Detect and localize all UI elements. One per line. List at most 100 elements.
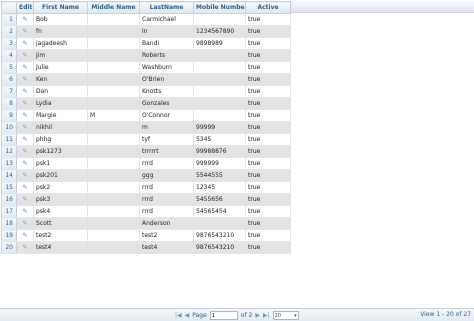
last-name-cell: Gonzales <box>139 97 194 110</box>
pencil-icon[interactable]: ✎ <box>22 112 27 119</box>
active-cell: true <box>245 133 291 146</box>
pencil-icon[interactable]: ✎ <box>22 244 27 251</box>
active-cell: true <box>245 61 291 74</box>
pencil-icon[interactable]: ✎ <box>22 172 27 179</box>
pencil-icon[interactable]: ✎ <box>22 232 27 239</box>
first-name-cell: Julie <box>33 61 88 74</box>
active-cell: true <box>245 193 291 206</box>
pencil-icon[interactable]: ✎ <box>22 136 27 143</box>
pencil-icon[interactable]: ✎ <box>22 160 27 167</box>
table-row[interactable]: 16 ✎ psk3 rrrd 5455656 true <box>1 193 291 206</box>
table-row[interactable]: 9 ✎ Margie M O'Connor true <box>1 109 291 122</box>
last-name-cell: ln <box>139 25 194 38</box>
last-name-cell: rrrd <box>139 157 194 170</box>
column-header-last-name[interactable]: LastName <box>139 1 194 14</box>
table-row[interactable]: 2 ✎ fn ln 1234567890 true <box>1 25 291 38</box>
first-name-cell: nikhil <box>33 121 88 134</box>
pencil-icon[interactable]: ✎ <box>22 220 27 227</box>
first-name-cell: psk2 <box>33 181 88 194</box>
table-row[interactable]: 14 ✎ psk201 ggg 5544555 true <box>1 169 291 182</box>
active-cell: true <box>245 25 291 38</box>
pencil-icon[interactable]: ✎ <box>22 88 27 95</box>
table-row[interactable]: 10 ✎ nikhil m 99999 true <box>1 121 291 134</box>
active-cell: true <box>245 37 291 50</box>
table-row[interactable]: 12 ✎ psk1273 trrrrrt 99988876 true <box>1 145 291 158</box>
column-header-mobile-number[interactable]: Mobile Number <box>193 1 246 14</box>
prev-page-icon[interactable]: ◀ <box>185 312 190 319</box>
mobile-number-cell: 9876543210 <box>193 229 246 242</box>
pencil-icon[interactable]: ✎ <box>22 148 27 155</box>
pencil-icon[interactable]: ✎ <box>22 28 27 35</box>
pencil-icon[interactable]: ✎ <box>22 76 27 83</box>
pencil-icon[interactable]: ✎ <box>22 52 27 59</box>
active-cell: true <box>245 13 291 26</box>
pager-nav: |◀ ◀ Page of 2 ▶ ▶| 20 ▾ <box>175 311 299 320</box>
row-number: 16 <box>1 193 17 206</box>
active-cell: true <box>245 181 291 194</box>
row-number: 1 <box>1 13 17 26</box>
table-row[interactable]: 6 ✎ Ken O'Brien true <box>1 73 291 86</box>
active-cell: true <box>245 205 291 218</box>
column-header-first-name[interactable]: First Name <box>33 1 88 14</box>
table-row[interactable]: 15 ✎ psk2 rrrd 12345 true <box>1 181 291 194</box>
mobile-number-cell: 99999 <box>193 121 246 134</box>
edit-cell: ✎ <box>16 217 34 230</box>
mobile-number-cell <box>193 13 246 26</box>
pencil-icon[interactable]: ✎ <box>22 208 27 215</box>
middle-name-cell <box>87 193 140 206</box>
row-number: 7 <box>1 85 17 98</box>
table-row[interactable]: 18 ✎ Scott Anderson true <box>1 217 291 230</box>
table-row[interactable]: 11 ✎ phhg tyf 5345 true <box>1 133 291 146</box>
grid-body: 1 ✎ Bob Carmichael true 2 ✎ fn ln 1234567890 true 3… <box>1 13 291 254</box>
last-name-cell: rrrd <box>139 193 194 206</box>
middle-name-cell <box>87 61 140 74</box>
next-page-icon[interactable]: ▶ <box>255 312 260 319</box>
edit-cell: ✎ <box>16 145 34 158</box>
last-name-cell: m <box>139 121 194 134</box>
first-name-cell: psk3 <box>33 193 88 206</box>
pencil-icon[interactable]: ✎ <box>22 16 27 23</box>
pencil-icon[interactable]: ✎ <box>22 40 27 47</box>
table-row[interactable]: 1 ✎ Bob Carmichael true <box>1 13 291 26</box>
first-name-cell: psk1 <box>33 157 88 170</box>
page-size-select[interactable]: 20 ▾ <box>272 311 299 320</box>
mobile-number-cell <box>193 97 246 110</box>
last-page-icon[interactable]: ▶| <box>263 312 270 319</box>
table-row[interactable]: 17 ✎ psk4 rrrd 54565454 true <box>1 205 291 218</box>
pencil-icon[interactable]: ✎ <box>22 124 27 131</box>
table-row[interactable]: 7 ✎ Dan Knotts true <box>1 85 291 98</box>
last-name-cell: rrrd <box>139 205 194 218</box>
mobile-number-cell <box>193 85 246 98</box>
table-row[interactable]: 20 ✎ test4 test4 9876543210 true <box>1 241 291 254</box>
pencil-icon[interactable]: ✎ <box>22 64 27 71</box>
pencil-icon[interactable]: ✎ <box>22 100 27 107</box>
edit-cell: ✎ <box>16 61 34 74</box>
active-cell: true <box>245 97 291 110</box>
middle-name-cell <box>87 13 140 26</box>
edit-cell: ✎ <box>16 49 34 62</box>
middle-name-cell <box>87 121 140 134</box>
edit-cell: ✎ <box>16 97 34 110</box>
column-header-middle-name[interactable]: Middle Name <box>87 1 140 14</box>
table-row[interactable]: 8 ✎ Lydia Gonzales true <box>1 97 291 110</box>
column-header-active[interactable]: Active <box>245 1 291 14</box>
table-row[interactable]: 5 ✎ Julie Washburn true <box>1 61 291 74</box>
edit-cell: ✎ <box>16 193 34 206</box>
first-name-cell: test4 <box>33 241 88 254</box>
table-row[interactable]: 19 ✎ test2 test2 9876543210 true <box>1 229 291 242</box>
first-name-cell: phhg <box>33 133 88 146</box>
pencil-icon[interactable]: ✎ <box>22 184 27 191</box>
table-row[interactable]: 3 ✎ jagadeesh Bandi 9898989 true <box>1 37 291 50</box>
first-page-icon[interactable]: |◀ <box>175 312 182 319</box>
pencil-icon[interactable]: ✎ <box>22 196 27 203</box>
row-number: 5 <box>1 61 17 74</box>
page-number-input[interactable] <box>209 311 238 320</box>
mobile-number-cell: 5544555 <box>193 169 246 182</box>
column-header-edit[interactable]: Edit <box>16 1 34 14</box>
table-row[interactable]: 4 ✎ Jim Roberts true <box>1 49 291 62</box>
row-number: 19 <box>1 229 17 242</box>
edit-cell: ✎ <box>16 205 34 218</box>
middle-name-cell <box>87 49 140 62</box>
table-row[interactable]: 13 ✎ psk1 rrrd 999999 true <box>1 157 291 170</box>
middle-name-cell <box>87 229 140 242</box>
